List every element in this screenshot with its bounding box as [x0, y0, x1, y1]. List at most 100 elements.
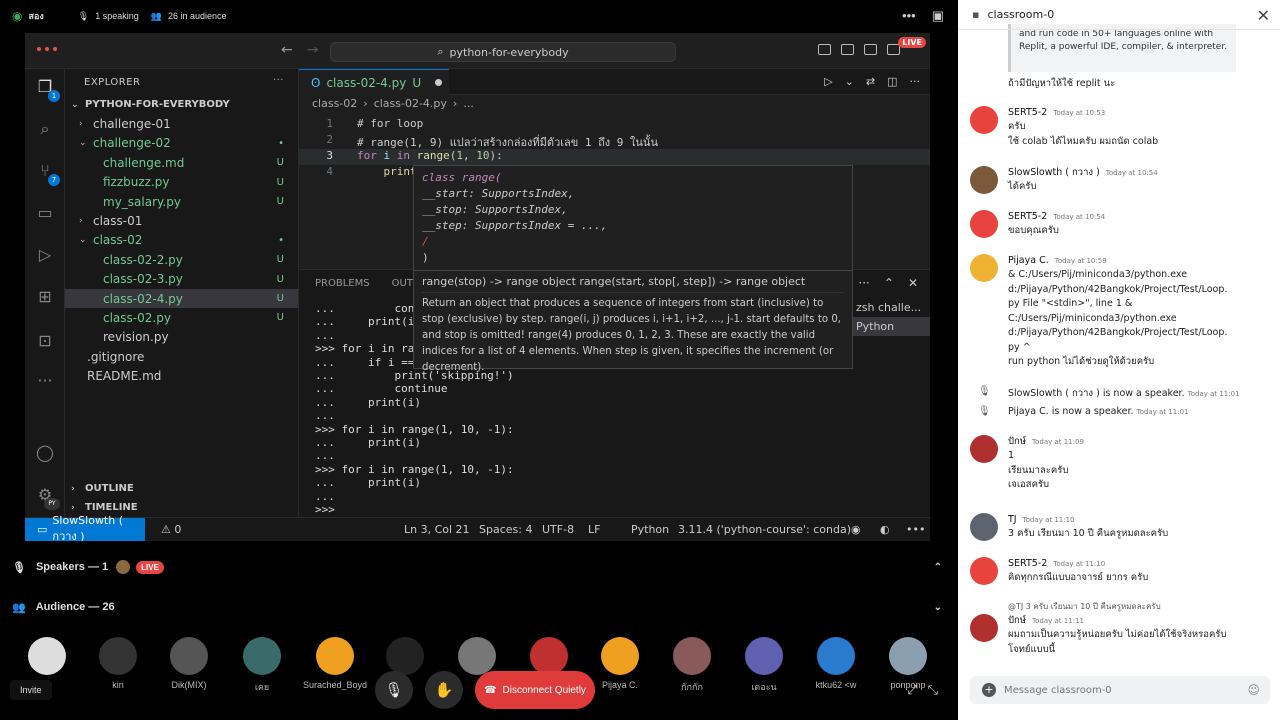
author-name[interactable]: ปักษ์ Today at 11:09: [1008, 435, 1084, 450]
audience-avatar[interactable]: [745, 637, 783, 675]
avatar[interactable]: [970, 254, 998, 282]
breadcrumb-item[interactable]: ...: [463, 97, 474, 110]
run-icon[interactable]: ▷: [824, 75, 832, 88]
cursor-position[interactable]: Ln 3, Col 21: [404, 523, 470, 536]
remote-indicator[interactable]: ▭ SlowSlowth ( กวาง ): [25, 514, 145, 541]
file-tree-item[interactable]: fizzbuzz.py U: [65, 173, 298, 192]
extensions-icon[interactable]: ⊞: [35, 287, 55, 307]
author-name[interactable]: SERT5-2 Today at 11:10: [1008, 557, 1105, 572]
encoding[interactable]: UTF-8: [542, 523, 574, 536]
close-icon[interactable]: ✕: [908, 276, 918, 290]
popout-icon[interactable]: ▣: [932, 8, 944, 24]
file-tree-item[interactable]: class-02-4.py U: [65, 288, 298, 309]
file-tree-item[interactable]: class-02-3.py U: [65, 270, 298, 289]
account-icon[interactable]: ◯: [35, 443, 55, 463]
audience-avatar[interactable]: [889, 637, 927, 675]
remote-explorer-icon[interactable]: ▭: [35, 203, 55, 223]
popout-icon[interactable]: ⤢: [907, 682, 917, 698]
source-control-icon[interactable]: ⑂ 7: [35, 161, 60, 186]
search-icon[interactable]: ⌕: [35, 119, 55, 139]
volume-icon[interactable]: ◐: [880, 523, 890, 536]
compare-icon[interactable]: ⇄: [866, 75, 875, 88]
file-tree-item[interactable]: .gitignore: [65, 347, 298, 366]
maximize-panel-icon[interactable]: ⌃: [884, 276, 894, 290]
file-tree-item[interactable]: class-02.py U: [65, 308, 298, 327]
author-name[interactable]: SERT5-2 Today at 10:54: [1008, 210, 1105, 225]
back-arrow-icon[interactable]: ←: [281, 42, 293, 58]
avatar[interactable]: [970, 106, 998, 134]
chevron-down-icon[interactable]: ⌄: [845, 75, 854, 88]
file-tree-item[interactable]: README.md: [65, 366, 298, 385]
chevron-up-icon[interactable]: ⌃: [934, 562, 942, 573]
panel-toggle-icon[interactable]: [841, 44, 854, 55]
file-tree-item[interactable]: class-02-2.py U: [65, 250, 298, 269]
avatar[interactable]: [970, 166, 998, 194]
mute-button[interactable]: 🎙: [375, 671, 413, 709]
audience-avatar[interactable]: [386, 637, 424, 675]
audience-avatar[interactable]: [673, 637, 711, 675]
terminal-python[interactable]: Python: [850, 317, 930, 336]
files-icon[interactable]: ❐ 1: [35, 77, 60, 102]
aux-toggle-icon[interactable]: [864, 44, 877, 55]
avatar[interactable]: [970, 513, 998, 541]
breadcrumb-item[interactable]: class-02: [312, 97, 357, 110]
file-tree-item[interactable]: › class-01: [65, 211, 298, 230]
tab-class-02-4[interactable]: ʘ class-02-4.py U: [299, 69, 449, 95]
more-icon[interactable]: ···: [35, 371, 55, 391]
copilot-icon[interactable]: ◉: [851, 523, 861, 536]
author-name[interactable]: Pijaya C. Today at 10:59: [1008, 254, 1107, 269]
command-center[interactable]: ⌕ python-for-everybody: [330, 42, 676, 62]
more-icon[interactable]: ···: [858, 276, 869, 290]
forward-arrow-icon[interactable]: →: [307, 42, 319, 58]
fullscreen-icon[interactable]: ⤡: [928, 682, 938, 698]
terminal-zsh[interactable]: zsh challe...: [850, 298, 930, 317]
problems-count[interactable]: ⚠ 0: [161, 523, 181, 536]
message-input[interactable]: + Message classroom-0 ☺: [970, 676, 1270, 704]
audience-avatar[interactable]: [28, 637, 66, 675]
outline-section[interactable]: › OUTLINE: [65, 479, 299, 498]
audience-avatar[interactable]: [170, 637, 208, 675]
more-icon[interactable]: ···: [273, 75, 284, 86]
tab-problems[interactable]: PROBLEMS: [315, 278, 370, 289]
more-icon[interactable]: ···: [910, 75, 921, 88]
settings-gear-icon[interactable]: ⚙ PY: [35, 485, 60, 510]
avatar[interactable]: [970, 614, 998, 642]
file-tree-item[interactable]: › challenge-01: [65, 114, 298, 133]
avatar[interactable]: [970, 557, 998, 585]
monitor-icon[interactable]: ⊡: [35, 331, 55, 351]
language-mode[interactable]: Python: [631, 523, 669, 536]
audience-avatar[interactable]: [316, 637, 354, 675]
audience-avatar[interactable]: [530, 637, 568, 675]
more-icon[interactable]: •••: [906, 523, 925, 536]
sidebar-toggle-icon[interactable]: [818, 44, 831, 55]
breadcrumb-item[interactable]: class-02-4.py: [374, 97, 447, 110]
file-tree-item[interactable]: challenge.md U: [65, 153, 298, 172]
indentation[interactable]: Spaces: 4: [479, 523, 532, 536]
audience-avatar[interactable]: [243, 637, 281, 675]
author-name[interactable]: SlowSlowth ( กวาง ) Today at 10:54: [1008, 166, 1158, 181]
project-root[interactable]: ⌄ PYTHON-FOR-EVERYBODY: [65, 95, 298, 114]
file-tree-item[interactable]: my_salary.py U: [65, 192, 298, 211]
author-name[interactable]: TJ Today at 11:10: [1008, 513, 1075, 528]
avatar[interactable]: [970, 210, 998, 238]
audience-avatar[interactable]: [458, 637, 496, 675]
run-debug-icon[interactable]: ▷: [35, 245, 55, 265]
avatar[interactable]: [970, 435, 998, 463]
interpreter[interactable]: 3.11.4 ('python-course': conda): [678, 523, 851, 536]
close-icon[interactable]: ✕: [1257, 6, 1270, 25]
more-icon[interactable]: •••: [902, 8, 916, 24]
file-tree-item[interactable]: ⌄ class-02 •: [65, 231, 298, 250]
add-attachment-icon[interactable]: +: [982, 683, 996, 697]
invite-tooltip[interactable]: Invite: [10, 680, 52, 700]
emoji-icon[interactable]: ☺: [1247, 683, 1260, 697]
line-ending[interactable]: LF: [588, 523, 600, 536]
chevron-down-icon[interactable]: ⌄: [934, 602, 942, 613]
raise-hand-button[interactable]: ✋: [425, 671, 463, 709]
reply-reference[interactable]: @TJ 3 ครับ เรียนมา 10 ปี คืนครูหมดละครับ: [1008, 600, 1161, 613]
disconnect-button[interactable]: ☎ Disconnect Quietly: [475, 671, 595, 709]
audience-avatar[interactable]: [601, 637, 639, 675]
audience-avatar[interactable]: [817, 637, 855, 675]
author-name[interactable]: ปักษ์ Today at 11:11: [1008, 614, 1084, 629]
audience-avatar[interactable]: [99, 637, 137, 675]
file-tree-item[interactable]: ⌄ challenge-02 •: [65, 134, 298, 153]
